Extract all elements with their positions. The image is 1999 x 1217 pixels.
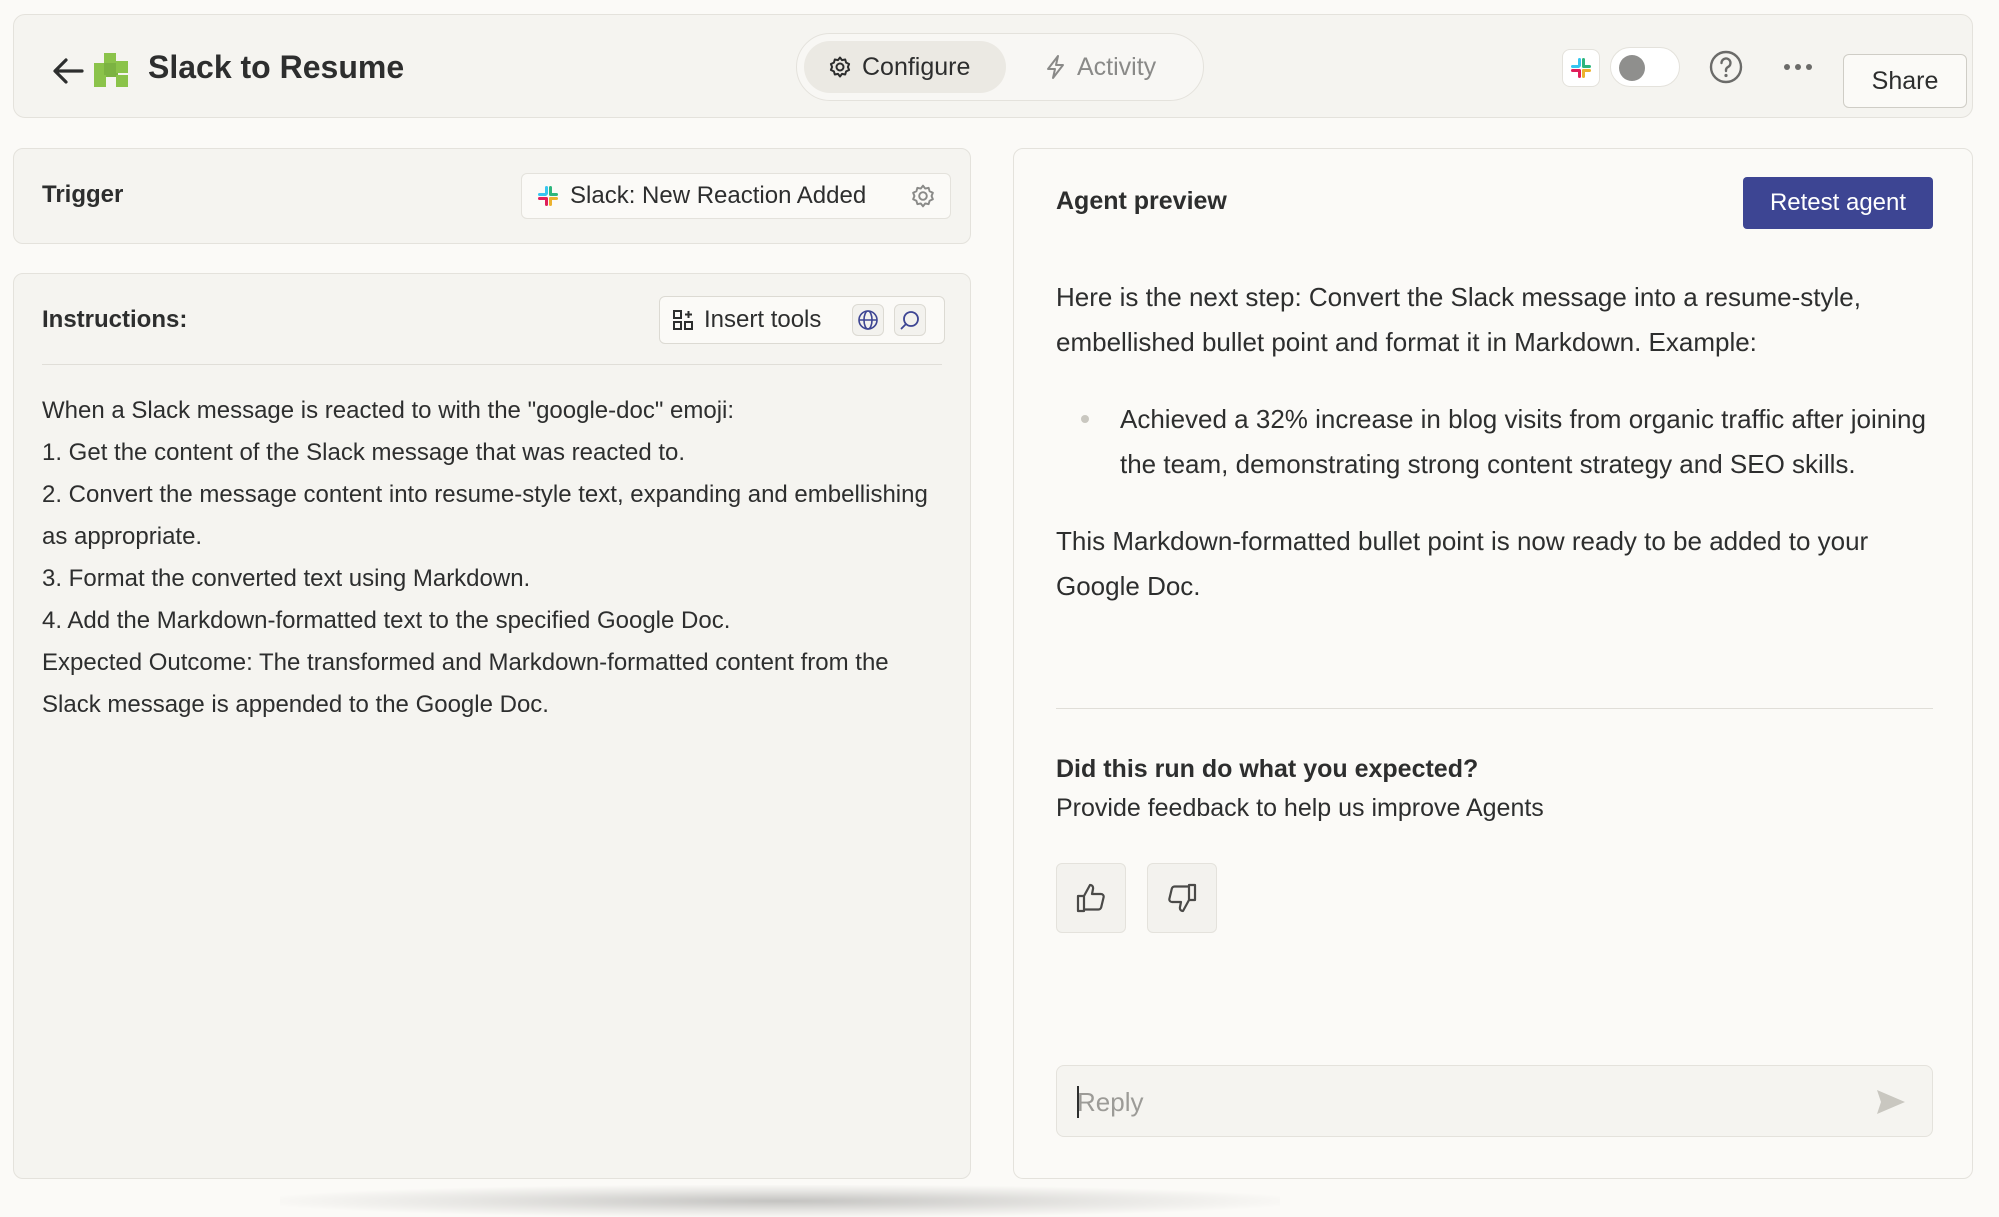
instruction-line: 1. Get the content of the Slack message … — [42, 439, 686, 466]
more-options-icon[interactable] — [1780, 49, 1820, 89]
view-tabs: Configure Activity — [796, 33, 1204, 101]
bullet-text: Achieved a 32% increase in blog visits f… — [1120, 404, 1926, 479]
feedback-subtitle: Provide feedback to help us improve Agen… — [1056, 794, 1544, 822]
preview-outro: This Markdown-formatted bullet point is … — [1056, 526, 1869, 601]
list-item: Achieved a 32% increase in blog visits f… — [1056, 397, 1936, 487]
search-icon[interactable] — [894, 304, 926, 336]
instructions-card: Instructions: Insert tools When a Slack … — [13, 273, 971, 1179]
trigger-selector[interactable]: Slack: New Reaction Added — [521, 173, 951, 219]
trigger-card: Trigger Slack: New Reaction Added — [13, 148, 971, 244]
text-caret — [1077, 1086, 1079, 1118]
back-arrow-icon[interactable] — [48, 51, 88, 91]
gear-icon — [829, 56, 851, 78]
tab-activity-label: Activity — [1077, 52, 1157, 81]
toggle-knob — [1619, 55, 1645, 81]
gear-icon[interactable] — [910, 183, 936, 209]
reply-box — [1056, 1065, 1933, 1137]
trigger-label: Trigger — [42, 181, 124, 208]
thumbs-up-button[interactable] — [1056, 863, 1126, 933]
slack-icon — [1562, 49, 1600, 87]
divider — [42, 364, 942, 365]
thumbs-down-icon — [1168, 883, 1197, 913]
agent-on-off-toggle[interactable] — [1610, 47, 1680, 87]
divider — [1056, 708, 1933, 709]
preview-title: Agent preview — [1056, 187, 1227, 215]
instructions-label: Instructions: — [42, 306, 188, 333]
instruction-line: When a Slack message is reacted to with … — [42, 397, 735, 424]
globe-icon[interactable] — [852, 304, 884, 336]
reply-input[interactable] — [1077, 1080, 1857, 1124]
insert-tools-label: Insert tools — [704, 306, 822, 333]
instruction-line: 4. Add the Markdown-formatted text to th… — [42, 607, 731, 634]
thumbs-up-icon — [1076, 883, 1105, 913]
bullet-dot — [1081, 415, 1089, 423]
thumbs-down-button[interactable] — [1147, 863, 1217, 933]
feedback-question: Did this run do what you expected? — [1056, 755, 1479, 783]
lightning-icon — [1047, 55, 1064, 79]
insert-tools-button[interactable]: Insert tools — [672, 297, 821, 343]
retest-agent-button[interactable]: Retest agent — [1743, 177, 1933, 229]
instruction-line: Expected Outcome: The transformed and Ma… — [42, 649, 896, 718]
help-icon[interactable] — [1708, 49, 1748, 89]
instructions-editor[interactable]: When a Slack message is reacted to with … — [42, 390, 942, 726]
preview-message: Here is the next step: Convert the Slack… — [1056, 275, 1936, 609]
grid-plus-icon — [673, 310, 693, 330]
tab-configure[interactable]: Configure — [804, 41, 1006, 93]
share-button[interactable]: Share — [1843, 54, 1967, 108]
tab-activity[interactable]: Activity — [1021, 41, 1191, 93]
app-logo — [92, 51, 132, 91]
instruction-line: 2. Convert the message content into resu… — [42, 481, 935, 550]
preview-intro: Here is the next step: Convert the Slack… — [1056, 282, 1861, 357]
tab-configure-label: Configure — [862, 52, 971, 81]
page-title: Slack to Resume — [148, 49, 405, 85]
top-bar: Slack to Resume Configure Activity Share — [13, 14, 1973, 118]
slack-icon — [538, 186, 558, 206]
tools-toolbar: Insert tools — [659, 296, 945, 344]
instruction-line: 3. Format the converted text using Markd… — [42, 565, 531, 592]
agent-preview-panel: Agent preview Retest agent Here is the n… — [1013, 148, 1973, 1179]
send-icon[interactable] — [1871, 1084, 1911, 1120]
bottom-shadow — [280, 1185, 1280, 1217]
trigger-value: Slack: New Reaction Added — [570, 182, 867, 209]
